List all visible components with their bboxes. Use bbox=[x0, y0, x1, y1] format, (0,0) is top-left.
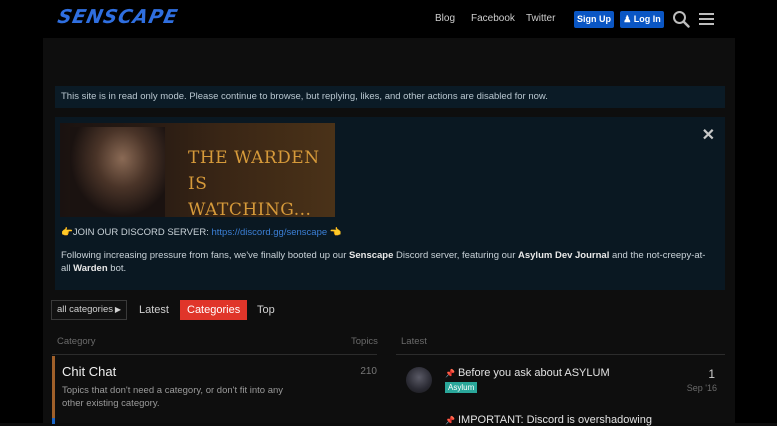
nav-link-blog[interactable]: Blog bbox=[435, 13, 455, 24]
search-icon[interactable] bbox=[672, 10, 690, 28]
column-header-latest: Latest bbox=[401, 336, 427, 347]
discord-prefix: JOIN OUR DISCORD SERVER: bbox=[72, 227, 209, 238]
logo-text: SENSCAPE bbox=[55, 6, 181, 28]
tab-top[interactable]: Top bbox=[257, 300, 275, 320]
left-gutter bbox=[0, 0, 43, 423]
column-header-topics: Topics bbox=[351, 336, 378, 347]
tag-badge[interactable]: Asylum bbox=[445, 382, 478, 393]
divider bbox=[52, 354, 377, 355]
pin-icon: 📌 bbox=[445, 416, 455, 425]
pointing-right-icon: 👉 bbox=[61, 227, 73, 238]
category-topic-count: 210 bbox=[360, 366, 377, 377]
banner-paragraph: Following increasing pressure from fans,… bbox=[61, 249, 711, 275]
category-dropdown[interactable]: all categories ▶ bbox=[51, 300, 127, 320]
topic-title: IMPORTANT: Discord is overshadowing bbox=[457, 414, 652, 426]
bold-dev-journal: Asylum Dev Journal bbox=[518, 250, 610, 261]
warden-face-image bbox=[70, 127, 165, 217]
category-color-bar bbox=[52, 356, 55, 418]
readonly-notice: This site is in read only mode. Please c… bbox=[55, 86, 725, 108]
banner-text: Discord server, featuring our bbox=[393, 250, 518, 261]
nav-link-twitter[interactable]: Twitter bbox=[526, 13, 555, 24]
category-color-bar bbox=[52, 418, 55, 424]
category-description: Topics that don't need a category, or do… bbox=[62, 385, 284, 409]
signup-button[interactable]: Sign Up bbox=[574, 11, 614, 28]
topic-reply-count: 1 bbox=[708, 367, 715, 381]
bold-warden: Warden bbox=[73, 263, 108, 274]
site-logo[interactable]: SENSCAPE bbox=[55, 6, 181, 28]
discord-link[interactable]: https://discord.gg/senscape bbox=[212, 227, 328, 238]
close-banner-icon[interactable]: ✕ bbox=[702, 125, 715, 145]
tab-categories[interactable]: Categories bbox=[180, 300, 248, 320]
bold-senscape: Senscape bbox=[349, 250, 394, 261]
column-header-category: Category bbox=[57, 336, 96, 347]
divider bbox=[396, 354, 725, 355]
category-row[interactable]: Chit Chat Topics that don't need a categ… bbox=[52, 356, 377, 418]
site-header: SENSCAPE Blog Facebook Twitter Sign Up ♟… bbox=[0, 0, 777, 38]
category-name[interactable]: Chit Chat bbox=[62, 364, 116, 379]
hamburger-menu-icon[interactable] bbox=[698, 10, 716, 28]
pointing-left-icon: 👈 bbox=[329, 227, 342, 238]
category-dropdown-label: all categories bbox=[57, 304, 113, 315]
topic-date: Sep '16 bbox=[686, 383, 717, 393]
banner-text: bot. bbox=[107, 263, 127, 274]
tab-latest[interactable]: Latest bbox=[139, 300, 169, 320]
pin-icon: 📌 bbox=[445, 369, 455, 378]
banner-text: Following increasing pressure from fans,… bbox=[61, 250, 350, 261]
login-label: Log In bbox=[633, 14, 661, 24]
caret-right-icon: ▶ bbox=[114, 305, 121, 314]
user-icon: ♟ bbox=[623, 14, 632, 24]
nav-link-facebook[interactable]: Facebook bbox=[471, 13, 515, 24]
topic-title: Before you ask about ASYLUM bbox=[457, 367, 610, 379]
banner-image-title: THE WARDEN IS WATCHING... bbox=[188, 148, 320, 217]
login-button[interactable]: ♟ Log In bbox=[620, 11, 664, 28]
discord-line: 👉JOIN OUR DISCORD SERVER: https://discor… bbox=[61, 227, 342, 238]
topic-link[interactable]: 📌 IMPORTANT: Discord is overshadowing bbox=[445, 414, 652, 426]
announcement-banner: THE WARDEN IS WATCHING... ✕ 👉JOIN OUR DI… bbox=[55, 117, 725, 290]
avatar[interactable] bbox=[406, 367, 432, 393]
right-gutter bbox=[735, 0, 777, 423]
topic-link[interactable]: 📌 Before you ask about ASYLUM bbox=[445, 367, 610, 379]
warden-banner-image: THE WARDEN IS WATCHING... bbox=[60, 123, 335, 217]
